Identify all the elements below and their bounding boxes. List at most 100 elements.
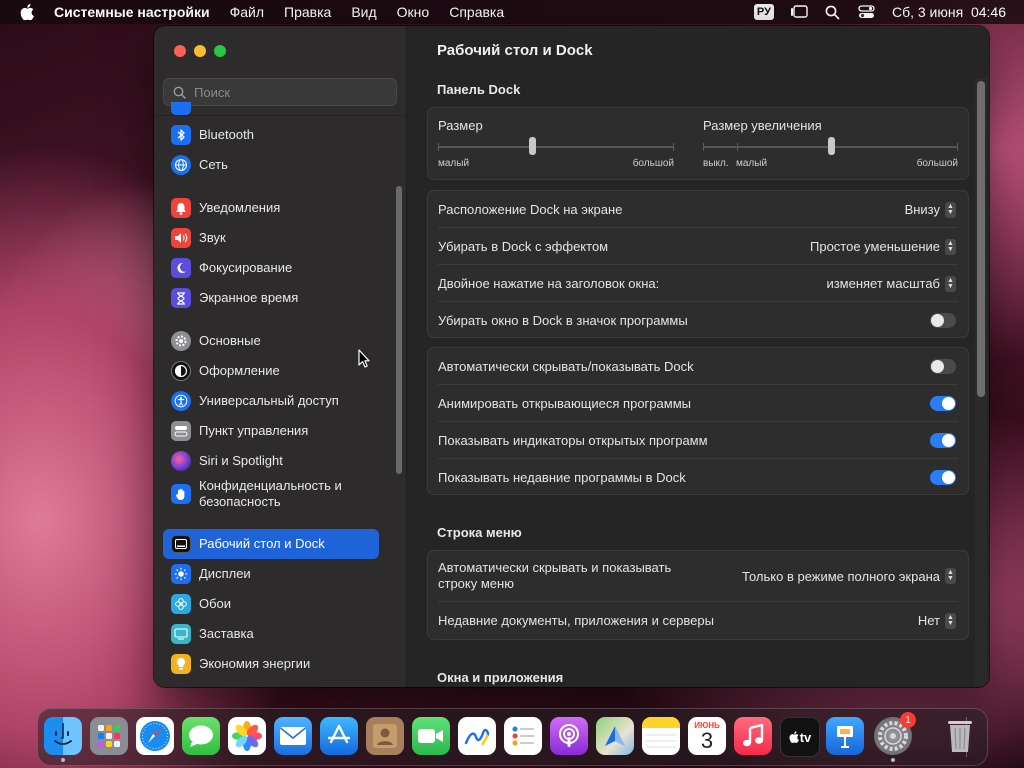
show-recent-toggle[interactable] (930, 470, 956, 485)
sidebar-item-bluetooth[interactable]: Bluetooth (163, 120, 379, 150)
sidebar-item-network[interactable]: Сеть (163, 150, 379, 180)
menu-view[interactable]: Вид (351, 4, 376, 20)
sidebar-item-general[interactable]: Основные (163, 326, 379, 356)
calendar-icon[interactable]: ИЮНЬ 3 (688, 717, 726, 755)
sidebar-item-accessibility[interactable]: Универсальный доступ (163, 386, 379, 416)
control-center-icon (171, 421, 191, 441)
music-icon[interactable] (734, 717, 772, 755)
minimize-button[interactable] (194, 45, 206, 57)
magnification-slider-thumb[interactable] (827, 137, 835, 155)
trash-icon[interactable] (941, 717, 979, 755)
dock-options-card: Расположение Dock на экране Внизу ▲ ▼ Убир… (427, 190, 969, 338)
mail-icon[interactable] (274, 717, 312, 755)
facetime-icon[interactable] (412, 717, 450, 755)
sidebar-item-desktop-dock[interactable]: Рабочий стол и Dock (163, 529, 379, 559)
size-slider[interactable]: Размер малый большой (438, 116, 674, 176)
row-minimize-into-icon[interactable]: Убирать окно в Dock в значок программы (428, 302, 968, 339)
magnification-max-label: большой (916, 158, 958, 169)
control-center-menu-icon[interactable] (858, 5, 876, 19)
sidebar-scrollbar[interactable] (396, 186, 402, 474)
chevron-updown-icon: ▲ ▼ (945, 201, 956, 218)
apple-menu-icon[interactable] (18, 4, 36, 20)
popup-value: Нет (917, 613, 940, 628)
sidebar-item-focus[interactable]: Фокусирование (163, 253, 379, 283)
size-max-label: большой (632, 158, 674, 169)
row-minimize-effect[interactable]: Убирать в Dock с эффектом Простое уменьш… (428, 228, 968, 265)
spotlight-search-icon[interactable] (824, 5, 842, 19)
sidebar-item-label: Siri и Spotlight (199, 453, 283, 468)
animate-opening-toggle[interactable] (930, 396, 956, 411)
sidebar-item-label: Заставка (199, 626, 254, 641)
slider-tick (957, 143, 958, 151)
popup-value: изменяет масштаб (826, 276, 940, 291)
contacts-icon[interactable] (366, 717, 404, 755)
autohide-menubar-popup[interactable]: Только в режиме полного экрана ▲ ▼ (742, 568, 956, 584)
sidebar-item-control-center[interactable]: Пункт управления (163, 416, 379, 446)
row-animate-opening[interactable]: Анимировать открывающиеся программы (428, 385, 968, 422)
magnification-slider[interactable]: Размер увеличения выкл. малый большой (703, 116, 958, 176)
photos-icon[interactable] (228, 717, 266, 755)
sidebar-item-siri[interactable]: Siri и Spotlight (163, 446, 379, 476)
sidebar-item-appearance[interactable]: Оформление (163, 356, 379, 386)
app-store-icon[interactable] (320, 717, 358, 755)
dock-size-card: Размер малый большой Размер увеличения в… (427, 107, 969, 180)
keynote-icon[interactable] (826, 717, 864, 755)
close-button[interactable] (174, 45, 186, 57)
row-label: Автоматически скрывать/показывать Dock (438, 359, 694, 374)
window-controls (174, 45, 226, 57)
show-indicators-toggle[interactable] (930, 433, 956, 448)
notes-icon[interactable] (642, 717, 680, 755)
sidebar-item-energy[interactable]: Экономия энергии (163, 649, 379, 679)
sidebar-item-wallpaper[interactable]: Обои (163, 589, 379, 619)
recent-items-popup[interactable]: Нет ▲ ▼ (917, 612, 956, 629)
menu-app-name[interactable]: Системные настройки (54, 4, 210, 20)
row-autohide-menubar[interactable]: Автоматически скрывать и показывать стро… (428, 551, 968, 601)
sidebar-item-screensaver[interactable]: Заставка (163, 619, 379, 649)
finder-icon[interactable] (44, 717, 82, 755)
row-double-click[interactable]: Двойное нажатие на заголовок окна: измен… (428, 265, 968, 302)
safari-icon[interactable] (136, 717, 174, 755)
row-autohide-dock[interactable]: Автоматически скрывать/показывать Dock (428, 348, 968, 385)
calendar-day: 3 (700, 728, 714, 753)
menu-help[interactable]: Справка (449, 4, 504, 20)
zoom-button[interactable] (214, 45, 226, 57)
freeform-icon[interactable] (458, 717, 496, 755)
row-dock-position[interactable]: Расположение Dock на экране Внизу ▲ ▼ (428, 191, 968, 228)
dock-position-popup[interactable]: Внизу ▲ ▼ (905, 201, 956, 218)
sidebar-item-sound[interactable]: Звук (163, 223, 379, 253)
toggle-knob (942, 471, 955, 484)
menu-clock[interactable]: Сб, 3 июня 04:46 (892, 4, 1006, 20)
row-recent-items[interactable]: Недавние документы, приложения и серверы… (428, 602, 968, 639)
sidebar-item-partial[interactable] (163, 102, 379, 118)
slider-tick (673, 143, 674, 151)
podcasts-icon[interactable] (550, 717, 588, 755)
size-slider-thumb[interactable] (529, 137, 537, 155)
menu-file[interactable]: Файл (230, 4, 264, 20)
stage-manager-icon[interactable] (790, 5, 808, 19)
sidebar-item-displays[interactable]: Дисплеи (163, 559, 379, 589)
autohide-dock-toggle[interactable] (930, 359, 956, 374)
search-input[interactable] (192, 83, 386, 101)
section-windows-apps: Окна и приложения (437, 670, 564, 685)
sidebar-item-screen-time[interactable]: Экранное время (163, 283, 379, 313)
launchpad-icon[interactable] (90, 717, 128, 755)
messages-icon[interactable] (182, 717, 220, 755)
sidebar-item-privacy[interactable]: Конфиденциальность и безопасность (163, 474, 379, 514)
screensaver-icon (171, 624, 191, 644)
sidebar-item-notifications[interactable]: Уведомления (163, 193, 379, 223)
row-show-recent[interactable]: Показывать недавние программы в Dock (428, 459, 968, 496)
menu-window[interactable]: Окно (397, 4, 430, 20)
menu-edit[interactable]: Правка (284, 4, 331, 20)
page-title: Рабочий стол и Dock (437, 42, 593, 59)
reminders-icon[interactable] (504, 717, 542, 755)
maps-icon[interactable] (596, 717, 634, 755)
apple-tv-icon[interactable]: tv (780, 717, 820, 757)
main-scrollbar[interactable] (977, 81, 985, 397)
double-click-popup[interactable]: изменяет масштаб ▲ ▼ (826, 275, 956, 292)
gear-icon (171, 331, 191, 351)
minimize-effect-popup[interactable]: Простое уменьшение ▲ ▼ (810, 238, 956, 255)
minimize-into-icon-toggle[interactable] (930, 313, 956, 328)
input-source-badge[interactable]: РУ (753, 4, 774, 20)
row-show-indicators[interactable]: Показывать индикаторы открытых программ (428, 422, 968, 459)
size-slider-track[interactable] (438, 146, 674, 148)
